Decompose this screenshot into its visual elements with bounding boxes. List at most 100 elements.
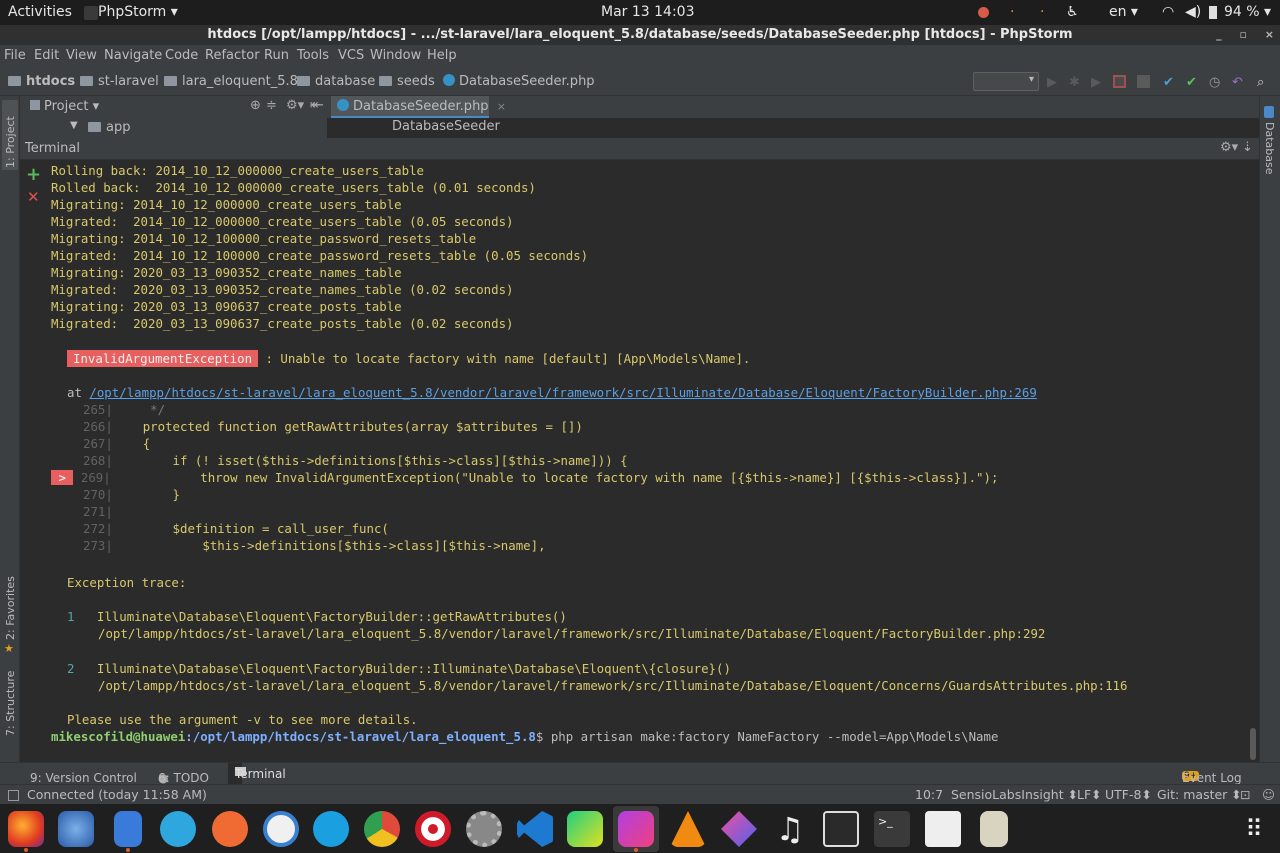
project-view-selector[interactable]: Project ▾ [44, 99, 99, 114]
editor-tab-databaseseeder[interactable]: DatabaseSeeder.php × [331, 96, 506, 118]
tree-item-app[interactable]: app [88, 120, 130, 135]
inspector-icon[interactable]: ☺ [1262, 787, 1275, 802]
clock[interactable]: Mar 13 14:03 [601, 4, 694, 20]
coverage-icon[interactable]: ▶ [1091, 75, 1104, 90]
wifi-icon[interactable]: ◠ [1162, 4, 1174, 20]
line-separator[interactable]: LF⬍ [1077, 787, 1102, 802]
hide-icon[interactable]: ⇤ [313, 98, 324, 113]
menu-view[interactable]: View [66, 48, 97, 63]
settings-gear-icon[interactable]: ⚙▾ [286, 98, 304, 113]
music-icon[interactable]: ♫ [772, 811, 808, 847]
code-line: 272| $definition = call_user_func( [83, 521, 389, 536]
terminal-header: Terminal ⚙▾ ⇣ [20, 138, 1259, 160]
menu-run[interactable]: Run [264, 48, 289, 63]
run-config-dropdown[interactable]: ▾ [973, 72, 1039, 91]
file-encoding[interactable]: UTF-8⬍ [1105, 787, 1152, 802]
language-selector[interactable]: en ▾ [1109, 4, 1138, 20]
pycharm-icon[interactable] [567, 811, 603, 847]
menu-help[interactable]: Help [427, 48, 457, 63]
run-icon[interactable]: ▶ [1047, 75, 1060, 90]
close-tab-icon[interactable]: × [497, 100, 506, 113]
thunderbird-icon[interactable] [58, 811, 94, 847]
menu-code[interactable]: Code [165, 48, 198, 63]
menu-navigate[interactable]: Navigate [104, 48, 162, 63]
vlc-icon[interactable] [670, 811, 706, 847]
terminal-scrollbar[interactable] [1250, 728, 1256, 760]
maximize-button[interactable]: ▫ [1239, 28, 1246, 41]
breadcrumb-lara-eloquent[interactable]: lara_eloquent_5.8 [164, 74, 298, 89]
profile-icon[interactable] [1113, 75, 1126, 88]
close-button[interactable]: × [1265, 28, 1274, 41]
opera-icon[interactable] [415, 811, 451, 847]
battery-percent[interactable]: 94 % ▾ [1224, 4, 1271, 20]
expand-arrow-icon[interactable]: ▼ [70, 120, 78, 131]
breadcrumb-file[interactable]: DatabaseSeeder.php [443, 74, 595, 89]
volume-icon[interactable]: ◀) [1185, 4, 1201, 20]
breadcrumb-seeds[interactable]: seeds [379, 74, 435, 89]
notes-icon[interactable] [980, 811, 1008, 847]
menu-tools[interactable]: Tools [297, 48, 329, 63]
exception-file-link[interactable]: /opt/lampp/htdocs/st-laravel/lara_eloque… [89, 385, 1036, 400]
app-menu[interactable]: PhpStorm ▾ [98, 4, 178, 20]
shell-prompt[interactable]: mikescofild@huawei:/opt/lampp/htdocs/st-… [51, 728, 998, 745]
prompt-path: :/opt/lampp/htdocs/st-laravel/lara_eloqu… [185, 729, 536, 744]
debug-icon[interactable]: ✱ [1069, 75, 1082, 90]
text-editor-icon[interactable] [114, 811, 142, 847]
activities-button[interactable]: Activities [8, 4, 72, 20]
class-breadcrumb[interactable]: DatabaseSeeder [392, 119, 500, 134]
lock-icon[interactable]: ⊡ [1240, 787, 1250, 802]
menu-file[interactable]: File [4, 48, 26, 63]
php-class-icon [443, 74, 455, 86]
favorites-tool-label[interactable]: 2: Favorites [4, 576, 17, 640]
show-applications-icon[interactable]: ⠿ [1236, 811, 1272, 847]
collapse-icon[interactable]: ≑ [266, 98, 277, 113]
search-everywhere-icon[interactable]: ⌕ [1257, 75, 1270, 90]
new-session-icon[interactable]: + [26, 164, 41, 185]
menu-vcs[interactable]: VCS [338, 48, 364, 63]
menu-refactor[interactable]: Refactor [205, 48, 260, 63]
vcs-commit-icon[interactable]: ✔ [1186, 75, 1199, 90]
chrome-icon[interactable] [364, 811, 400, 847]
menu-window[interactable]: Window [370, 48, 421, 63]
kite-icon[interactable] [721, 811, 757, 847]
vscode-icon[interactable] [517, 811, 553, 847]
git-branch[interactable]: Git: master ⬍ [1157, 787, 1242, 802]
skype-icon[interactable] [313, 811, 349, 847]
close-session-icon[interactable]: ✕ [27, 188, 40, 206]
vcs-update-icon[interactable]: ✔ [1163, 75, 1176, 90]
structure-tool-label[interactable]: 7: Structure [4, 671, 17, 736]
postman-icon[interactable] [212, 811, 248, 847]
terminal-output[interactable]: Rolling back: 2014_10_12_000000_create_u… [47, 160, 1247, 762]
vcs-revert-icon[interactable]: ↶ [1232, 75, 1245, 90]
firefox-icon[interactable] [8, 811, 44, 847]
simplenote-icon[interactable] [263, 811, 299, 847]
project-tree: ▼ app [20, 118, 327, 138]
hide-terminal-icon[interactable]: ⇣ [1242, 140, 1253, 155]
accessibility-icon[interactable]: ♿ [1066, 4, 1079, 20]
panel-toggle-icon[interactable] [8, 790, 19, 801]
settings-icon[interactable] [466, 811, 502, 847]
image-viewer-icon[interactable] [925, 811, 961, 847]
telegram-icon[interactable] [160, 811, 196, 847]
database-tool-label[interactable]: Database [1263, 122, 1276, 175]
terminal-settings-icon[interactable]: ⚙▾ [1220, 140, 1238, 155]
caret-position[interactable]: 10:7 [915, 787, 943, 802]
terminal-app-icon[interactable]: >_ [874, 811, 910, 847]
locate-icon[interactable]: ⊕ [250, 98, 261, 113]
breadcrumb-database[interactable]: database [297, 74, 375, 89]
bottom-tool-tabs: ⑂ 9: Version Control ● 6: TODO Terminal … [0, 762, 1280, 785]
breadcrumb-htdocs[interactable]: htdocs [8, 74, 75, 89]
battery-icon[interactable] [1209, 6, 1217, 19]
terminal-tab[interactable]: Terminal [228, 763, 286, 785]
vcs-history-icon[interactable]: ◷ [1209, 75, 1222, 90]
project-tool-label[interactable]: 1: Project [4, 116, 17, 168]
stop-icon[interactable] [1137, 75, 1150, 88]
breadcrumb-st-laravel[interactable]: st-laravel [80, 74, 159, 89]
sensiolabs-insight[interactable]: SensioLabsInsight ⬍ [951, 787, 1078, 802]
minimize-button[interactable]: _ [1216, 28, 1222, 41]
phpstorm-icon[interactable] [618, 811, 654, 847]
notification-icon[interactable] [978, 7, 989, 18]
terminal-line: Rolled back: 2014_10_12_000000_create_us… [51, 180, 536, 195]
system-monitor-icon[interactable] [823, 811, 859, 847]
menu-edit[interactable]: Edit [34, 48, 59, 63]
